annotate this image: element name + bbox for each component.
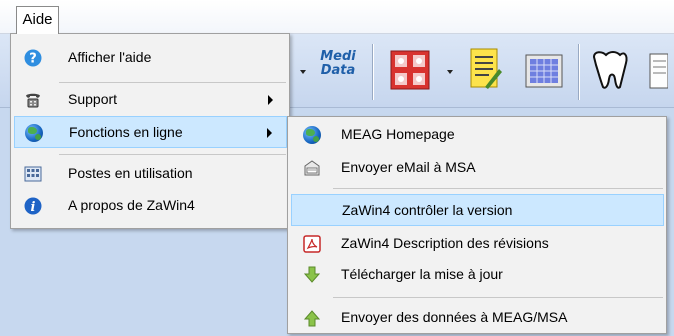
help-icon: ? <box>24 49 42 67</box>
patients-grid-icon[interactable] <box>390 50 430 90</box>
notepad-icon[interactable] <box>465 47 503 91</box>
menu-aide[interactable]: Aide <box>16 6 59 34</box>
menu-item-label: Support <box>68 91 118 107</box>
menu-item-label: A propos de ZaWin4 <box>68 197 195 213</box>
workstations-icon <box>24 166 42 182</box>
pdf-icon <box>303 235 321 253</box>
email-icon <box>304 160 320 176</box>
aide-dropdown-menu: ? Afficher l'aide Support Fonctions en l… <box>10 33 290 229</box>
menu-item-afficher-aide[interactable]: ? Afficher l'aide <box>14 42 287 74</box>
submenu-item-label: MEAG Homepage <box>341 126 455 142</box>
submenu-arrow-icon <box>267 128 272 138</box>
upload-arrow-icon <box>303 310 321 327</box>
medidata-label-line2: Data <box>320 63 356 78</box>
svg-text:?: ? <box>29 52 37 67</box>
submenu-item-envoyer-email[interactable]: Envoyer eMail à MSA <box>291 152 664 184</box>
menu-separator <box>59 154 286 155</box>
submenu-item-envoyer-donnees[interactable]: Envoyer des données à MEAG/MSA <box>291 302 664 334</box>
toolbar-dropdown-arrow[interactable] <box>300 70 306 74</box>
submenu-item-meag-homepage[interactable]: MEAG Homepage <box>291 119 664 151</box>
menu-item-postes-en-utilisation[interactable]: Postes en utilisation <box>14 158 287 190</box>
menu-item-a-propos[interactable]: i A propos de ZaWin4 <box>14 190 287 222</box>
menubar <box>0 0 674 34</box>
calendar-grid-icon[interactable] <box>524 53 564 89</box>
submenu-item-controler-version[interactable]: ZaWin4 contrôler la version <box>291 194 664 226</box>
globe-icon <box>303 126 321 144</box>
submenu-item-label: ZaWin4 Description des révisions <box>341 235 549 251</box>
menu-item-fonctions-en-ligne[interactable]: Fonctions en ligne <box>14 116 287 148</box>
globe-icon <box>25 124 43 142</box>
info-icon: i <box>24 197 42 215</box>
document-icon[interactable] <box>648 52 668 92</box>
telephone-icon <box>26 93 40 108</box>
submenu-item-label: Envoyer des données à MEAG/MSA <box>341 309 568 325</box>
submenu-item-description-revisions[interactable]: ZaWin4 Description des révisions <box>291 228 664 260</box>
submenu-item-label: Télécharger la mise à jour <box>341 266 503 282</box>
medidata-button[interactable]: Medi Data <box>318 50 358 78</box>
submenu-arrow-icon <box>268 95 273 105</box>
medidata-label-line1: Medi <box>320 49 356 64</box>
menu-separator <box>59 82 286 83</box>
fonctions-en-ligne-submenu: MEAG Homepage Envoyer eMail à MSA ZaWin4… <box>287 116 667 334</box>
toolbar-separator-2 <box>578 44 580 100</box>
submenu-item-telecharger-mise-a-jour[interactable]: Télécharger la mise à jour <box>291 259 664 291</box>
toolbar-separator <box>372 44 374 100</box>
submenu-item-label: ZaWin4 contrôler la version <box>342 202 513 218</box>
tooth-icon[interactable] <box>588 49 630 91</box>
svg-text:i: i <box>31 200 36 215</box>
download-arrow-icon <box>303 266 321 283</box>
menu-item-label: Postes en utilisation <box>68 165 193 181</box>
submenu-item-label: Envoyer eMail à MSA <box>341 159 476 175</box>
submenu-separator <box>333 297 663 298</box>
menu-item-label: Fonctions en ligne <box>69 124 183 140</box>
menu-item-label: Afficher l'aide <box>68 49 152 65</box>
patients-dropdown-arrow[interactable] <box>447 70 453 74</box>
submenu-separator <box>333 188 663 189</box>
menu-item-support[interactable]: Support <box>14 84 287 116</box>
